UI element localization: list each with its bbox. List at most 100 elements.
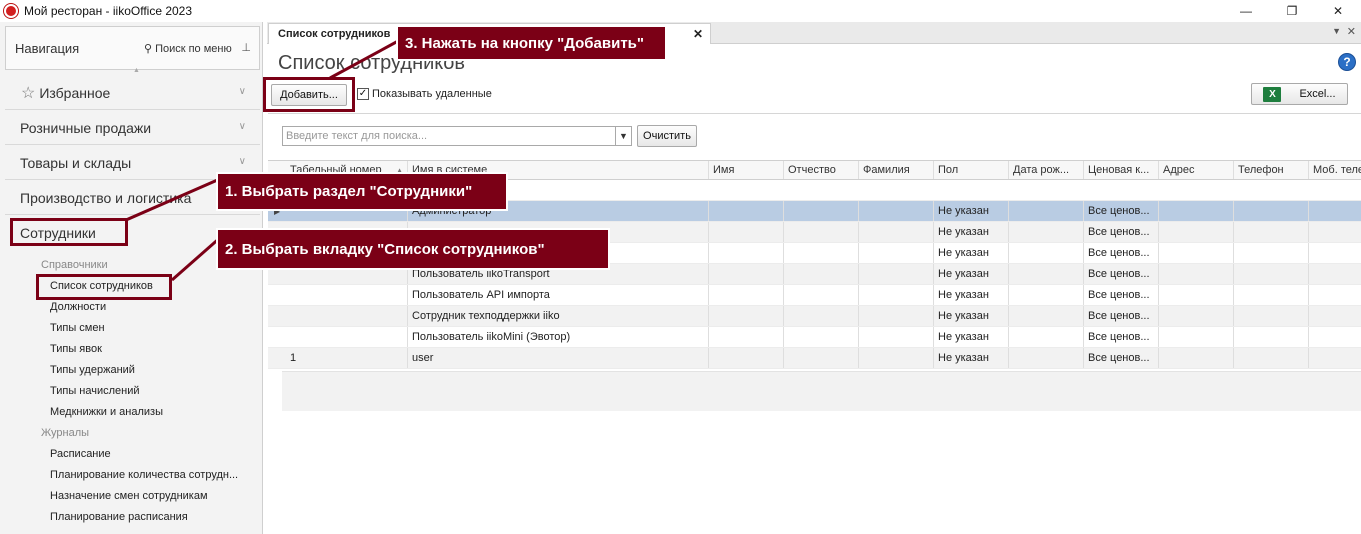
search-input[interactable]: Введите текст для поиска... ▼ (282, 126, 632, 146)
table-cell[interactable] (1159, 222, 1234, 242)
nav-item-deduction-types[interactable]: Типы удержаний (50, 364, 135, 376)
table-cell[interactable]: Не указан (934, 348, 1009, 368)
table-cell[interactable] (859, 306, 934, 326)
table-cell[interactable] (709, 222, 784, 242)
restore-button[interactable]: ❐ (1269, 0, 1315, 22)
table-cell[interactable]: 1 (286, 348, 408, 368)
table-cell[interactable] (1009, 348, 1084, 368)
column-header[interactable]: Моб. теле (1309, 161, 1361, 179)
table-cell[interactable] (1009, 327, 1084, 347)
nav-section-favorites[interactable]: ☆ Избранное ∨ (5, 76, 260, 110)
nav-item-schedule[interactable]: Расписание (50, 448, 111, 460)
tab-list-dropdown-icon[interactable]: ▼ (1332, 26, 1341, 36)
table-cell[interactable] (1009, 222, 1084, 242)
chevron-down-icon[interactable]: ▼ (615, 127, 631, 145)
table-cell[interactable]: Пользователь iikoMini (Эвотор) (408, 327, 709, 347)
table-cell[interactable]: Не указан (934, 243, 1009, 263)
column-header[interactable]: Фамилия (859, 161, 934, 179)
table-cell[interactable] (1159, 348, 1234, 368)
table-cell[interactable] (859, 285, 934, 305)
table-cell[interactable] (709, 243, 784, 263)
table-cell[interactable] (1159, 243, 1234, 263)
table-cell[interactable] (1309, 264, 1361, 284)
table-cell[interactable] (784, 285, 859, 305)
table-cell[interactable]: Все ценов... (1084, 348, 1159, 368)
table-cell[interactable] (1234, 201, 1309, 221)
help-icon[interactable]: ? (1338, 53, 1356, 71)
table-cell[interactable] (1234, 243, 1309, 263)
table-cell[interactable]: Все ценов... (1084, 243, 1159, 263)
checkbox-checked-icon[interactable]: ✓ (357, 88, 369, 100)
show-deleted-toggle[interactable]: ✓ Показывать удаленные (357, 88, 492, 100)
table-cell[interactable]: Все ценов... (1084, 327, 1159, 347)
table-cell[interactable] (1234, 264, 1309, 284)
table-cell[interactable]: Не указан (934, 222, 1009, 242)
table-cell[interactable] (286, 306, 408, 326)
table-cell[interactable]: Все ценов... (1084, 306, 1159, 326)
table-row[interactable]: 1 user Не указан Все ценов... (268, 348, 1361, 369)
table-cell[interactable] (1234, 285, 1309, 305)
table-cell[interactable] (286, 285, 408, 305)
table-cell[interactable] (784, 327, 859, 347)
nav-item-positions[interactable]: Должности (50, 301, 106, 313)
table-cell[interactable] (859, 264, 934, 284)
table-cell[interactable] (1009, 306, 1084, 326)
column-header[interactable]: Телефон (1234, 161, 1309, 179)
nav-item-attendance-types[interactable]: Типы явок (50, 343, 102, 355)
table-cell[interactable] (1309, 243, 1361, 263)
table-cell[interactable] (1159, 201, 1234, 221)
clear-button[interactable]: Очистить (637, 125, 697, 147)
export-excel-button[interactable]: X Excel... (1251, 83, 1348, 105)
collapse-up-icon[interactable]: ▲ (133, 67, 140, 74)
table-row[interactable]: Пользователь API импорта Не указан Все цен… (268, 285, 1361, 306)
nav-item-medical-books[interactable]: Медкнижки и анализы (50, 406, 163, 418)
table-cell[interactable]: Сотрудник техподдержки iiko (408, 306, 709, 326)
table-cell[interactable] (1309, 306, 1361, 326)
table-cell[interactable] (1309, 348, 1361, 368)
column-header[interactable]: Отчество (784, 161, 859, 179)
table-cell[interactable] (1159, 264, 1234, 284)
table-cell[interactable] (859, 222, 934, 242)
table-cell[interactable]: Все ценов... (1084, 222, 1159, 242)
table-cell[interactable] (709, 327, 784, 347)
nav-item-shift-types[interactable]: Типы смен (50, 322, 105, 334)
table-cell[interactable] (1009, 243, 1084, 263)
table-cell[interactable] (1234, 348, 1309, 368)
table-cell[interactable]: Все ценов... (1084, 285, 1159, 305)
table-cell[interactable] (1159, 285, 1234, 305)
nav-item-shift-assignment[interactable]: Назначение смен сотрудникам (50, 490, 208, 502)
table-cell[interactable] (709, 285, 784, 305)
table-cell[interactable] (859, 348, 934, 368)
table-row[interactable]: Сотрудник техподдержки iiko Не указан Все … (268, 306, 1361, 327)
close-button[interactable]: ✕ (1315, 0, 1361, 22)
table-cell[interactable] (859, 243, 934, 263)
table-cell[interactable] (1159, 306, 1234, 326)
table-cell[interactable] (1309, 285, 1361, 305)
table-cell[interactable] (709, 264, 784, 284)
menu-search-button[interactable]: ⚲ Поиск по меню (144, 42, 232, 56)
close-tab-icon[interactable]: ✕ (693, 27, 703, 41)
table-cell[interactable] (1234, 222, 1309, 242)
table-cell[interactable] (1009, 264, 1084, 284)
table-row[interactable]: Пользователь iikoMini (Эвотор) Не указан В… (268, 327, 1361, 348)
table-cell[interactable] (784, 264, 859, 284)
nav-item-accrual-types[interactable]: Типы начислений (50, 385, 140, 397)
table-cell[interactable] (859, 201, 934, 221)
table-cell[interactable] (1309, 327, 1361, 347)
column-header[interactable]: Пол (934, 161, 1009, 179)
table-cell[interactable]: Пользователь API импорта (408, 285, 709, 305)
table-cell[interactable] (1309, 201, 1361, 221)
table-cell[interactable] (709, 201, 784, 221)
table-cell[interactable]: Не указан (934, 306, 1009, 326)
column-header[interactable]: Адрес (1159, 161, 1234, 179)
table-cell[interactable] (1009, 285, 1084, 305)
pin-icon[interactable]: ⊥ (241, 41, 251, 54)
nav-section-retail[interactable]: Розничные продажи ∨ (5, 111, 260, 145)
table-cell[interactable] (784, 348, 859, 368)
table-cell[interactable] (1309, 222, 1361, 242)
nav-item-staff-planning[interactable]: Планирование количества сотрудн... (50, 469, 238, 481)
close-all-icon[interactable]: ✕ (1347, 25, 1356, 38)
table-cell[interactable] (709, 306, 784, 326)
nav-item-schedule-planning[interactable]: Планирование расписания (50, 511, 188, 523)
table-cell[interactable] (1009, 201, 1084, 221)
